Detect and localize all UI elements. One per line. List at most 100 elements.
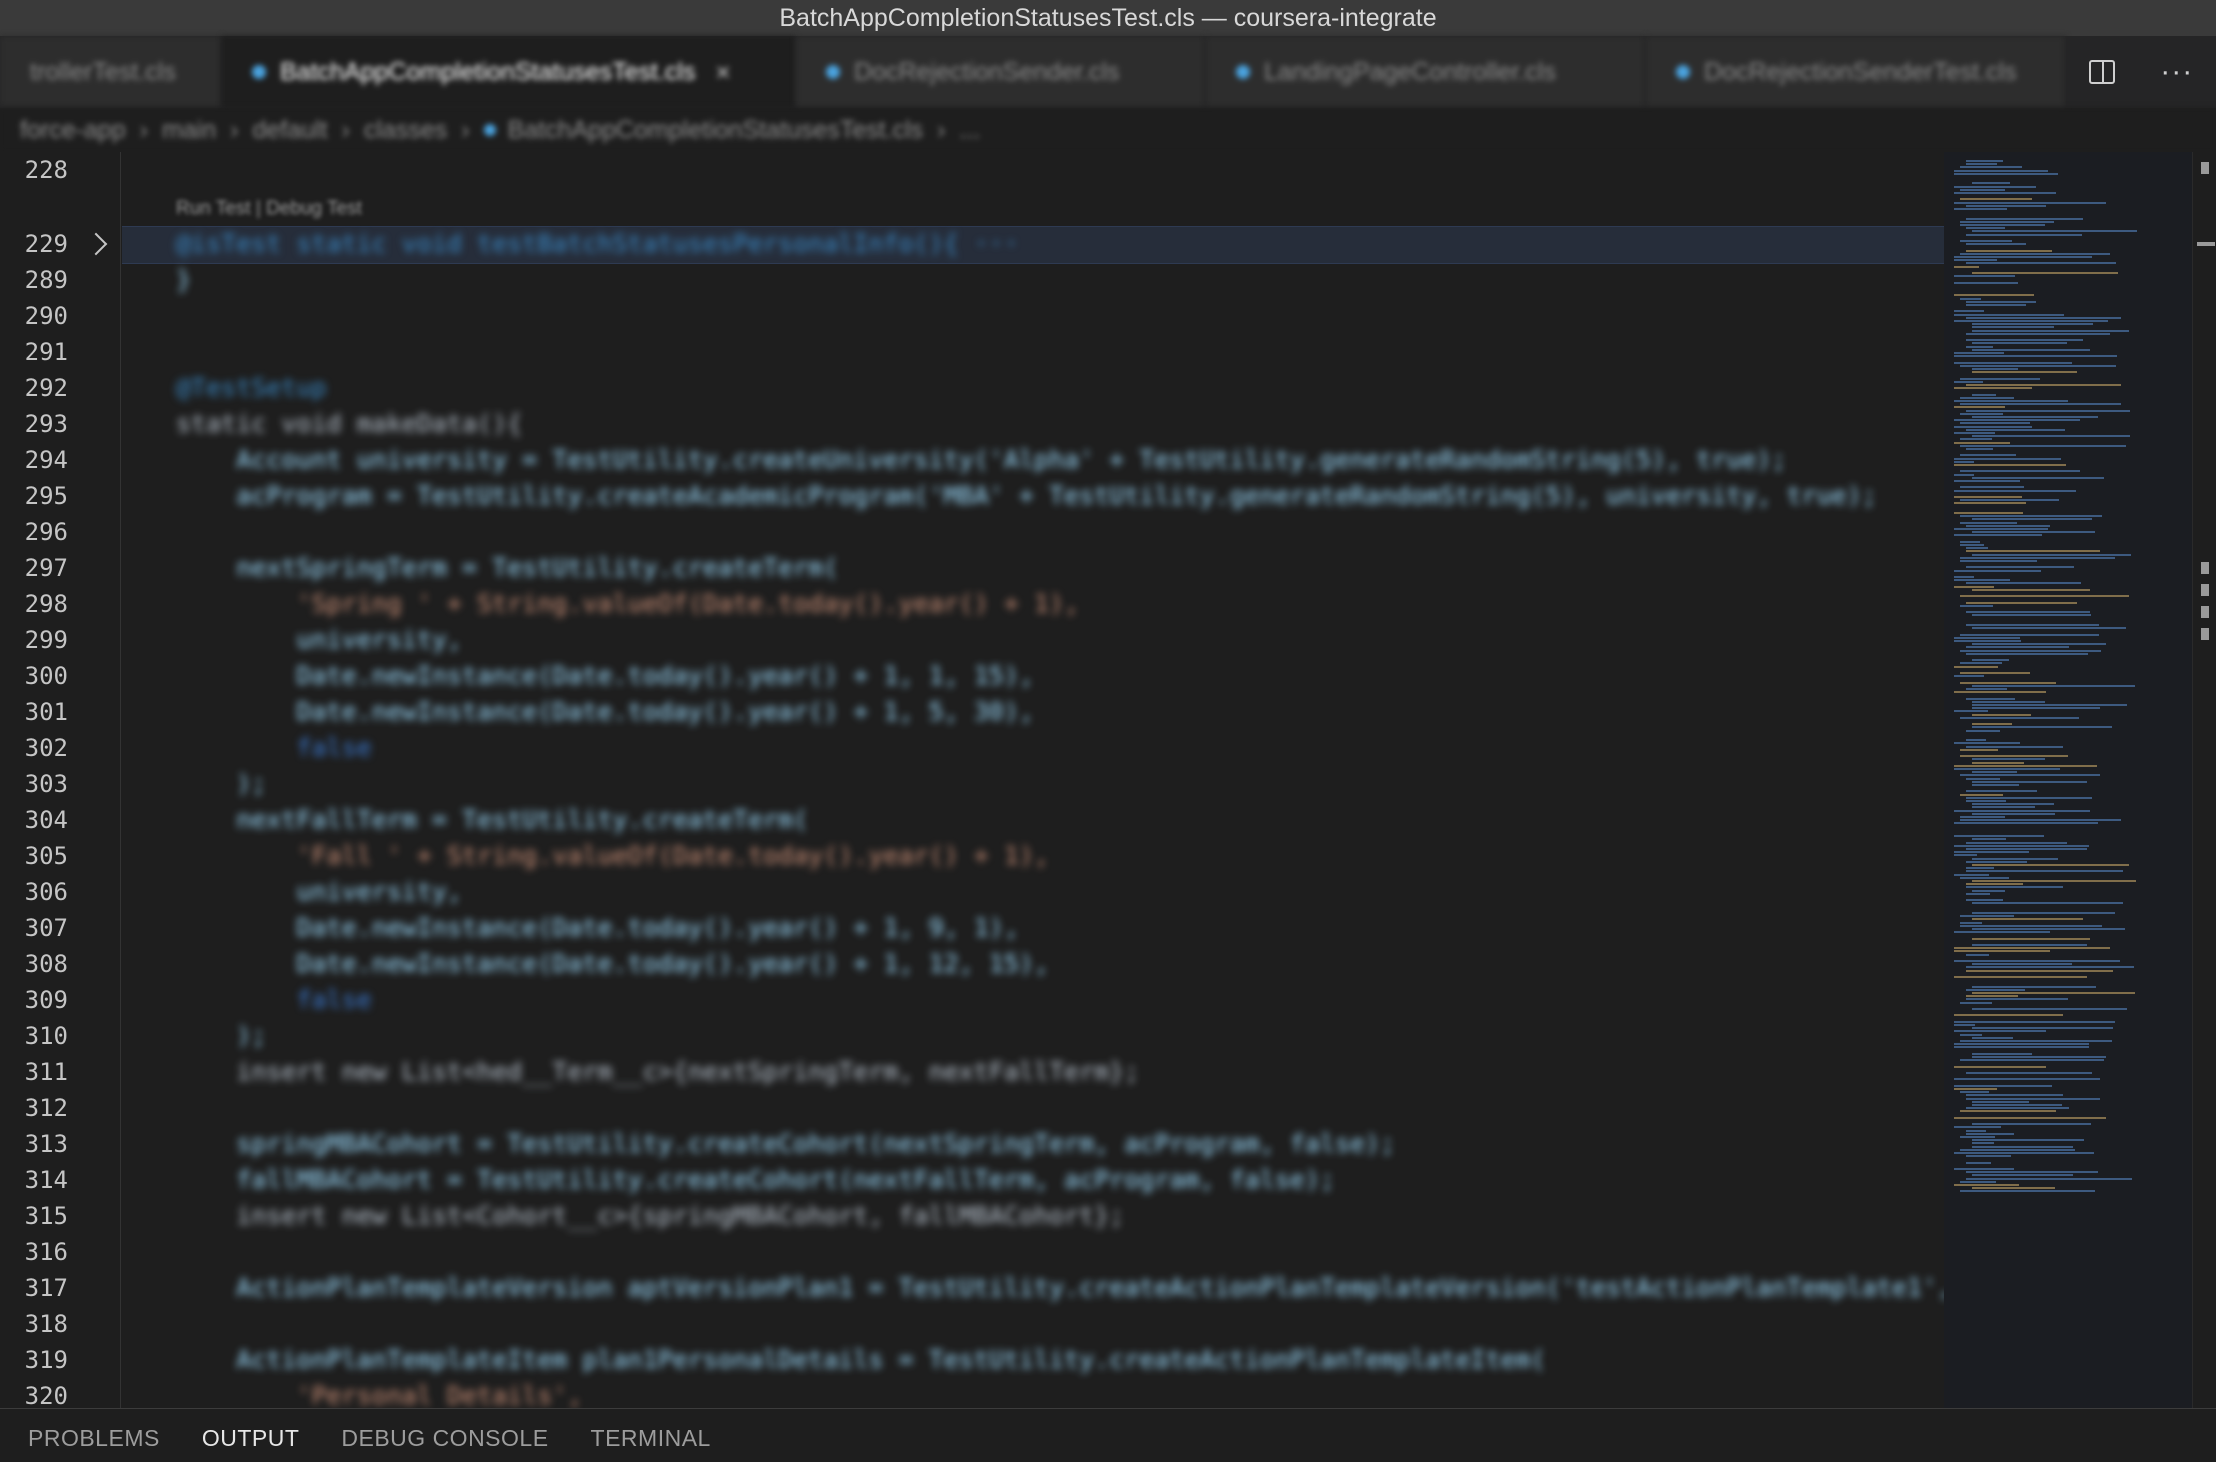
code-line[interactable]: university, xyxy=(176,874,462,910)
minimap-line xyxy=(1954,1088,1997,1090)
minimap-line xyxy=(1954,355,2117,358)
minimap-line xyxy=(1960,438,1992,441)
code-line[interactable]: Date.newInstance(Date.today().year() + 1… xyxy=(176,658,1034,694)
minimap-line xyxy=(1972,1139,2084,1142)
minimap-line xyxy=(1972,1174,2073,1177)
code-line[interactable]: acProgram = TestUtility.createAcademicPr… xyxy=(176,478,1877,514)
minimap-line xyxy=(1972,1145,2073,1148)
minimap[interactable] xyxy=(1944,152,2192,1408)
minimap-line xyxy=(1966,249,2052,252)
minimap-line xyxy=(1954,742,2020,745)
minimap-line xyxy=(1954,172,2058,175)
code-line[interactable]: static void makeData(){ xyxy=(176,406,522,442)
code-line[interactable]: @isTest static void testBatchStatusesPer… xyxy=(176,226,1034,262)
code-line[interactable]: ActionPlanTemplateVersion aptVersionPlan… xyxy=(176,1270,1944,1306)
panel-tab-terminal[interactable]: TERMINAL xyxy=(591,1425,711,1462)
code-line[interactable]: Date.newInstance(Date.today().year() + 1… xyxy=(176,946,1049,982)
code-line[interactable]: nextSpringTerm = TestUtility.createTerm( xyxy=(176,550,838,586)
line-number: 229 xyxy=(24,230,68,258)
minimap-line xyxy=(1966,624,2099,626)
panel-tab-output[interactable]: OUTPUT xyxy=(202,1425,300,1462)
minimap-line xyxy=(1960,364,2116,367)
minimap-line xyxy=(1966,550,2100,553)
tab-doc-rejection-sender-test[interactable]: DocRejectionSenderTest.cls xyxy=(1646,36,2066,108)
minimap-line xyxy=(1954,512,2023,514)
code-line[interactable]: false xyxy=(176,730,371,766)
minimap-line xyxy=(1972,838,2006,841)
minimap-line xyxy=(1960,1148,2075,1151)
minimap-line xyxy=(1954,576,1974,578)
minimap-line xyxy=(1960,444,2126,447)
code-line[interactable]: nextFallTerm = TestUtility.createTerm( xyxy=(176,802,808,838)
minimap-line xyxy=(1960,816,2005,818)
breadcrumb-item[interactable]: force-app xyxy=(20,116,126,145)
minimap-line xyxy=(1966,1097,2100,1100)
breadcrumb-item[interactable]: default xyxy=(252,116,327,145)
tab-landing-page-controller[interactable]: LandingPageController.cls xyxy=(1206,36,1646,108)
tab-controller-test[interactable]: trollerTest.cls xyxy=(0,36,222,108)
minimap-line xyxy=(1972,553,2131,556)
code-line[interactable]: ); xyxy=(176,1018,266,1054)
tab-batch-app-completion-statuses-test[interactable]: BatchAppCompletionStatusesTest.cls × xyxy=(222,36,796,108)
code-line[interactable]: university, xyxy=(176,622,462,658)
minimap-line xyxy=(1960,716,2079,719)
minimap-line xyxy=(1954,851,2029,854)
minimap-line xyxy=(1966,611,2090,614)
breadcrumb-item[interactable]: BatchAppCompletionStatusesTest.cls xyxy=(508,116,924,145)
minimap-line xyxy=(1954,873,1989,876)
code-line[interactable]: Date.newInstance(Date.today().year() + 1… xyxy=(176,694,1034,730)
minimap-line xyxy=(1960,921,1982,924)
chevron-right-icon: › xyxy=(139,115,148,144)
minimap-line xyxy=(1960,486,2024,489)
fold-chevron-icon[interactable] xyxy=(84,232,108,256)
minimap-line xyxy=(1954,822,2098,825)
breadcrumb-item[interactable]: main xyxy=(162,116,216,145)
code-line[interactable]: 'Spring ' + String.valueOf(Date.today().… xyxy=(176,586,1079,622)
minimap-line xyxy=(1954,192,2056,194)
code-line[interactable]: 'Fall ' + String.valueOf(Date.today().ye… xyxy=(176,838,1049,874)
minimap-line xyxy=(1972,771,2017,774)
code-line[interactable]: springMBACohort = TestUtility.createCoho… xyxy=(176,1126,1395,1162)
code-line[interactable]: Date.newInstance(Date.today().year() + 1… xyxy=(176,910,1018,946)
panel-tab-debug-console[interactable]: DEBUG CONSOLE xyxy=(341,1425,548,1462)
editor-tab-bar: trollerTest.cls BatchAppCompletionStatus… xyxy=(0,36,2216,108)
minimap-line xyxy=(1954,950,2050,953)
minimap-line xyxy=(1954,640,2021,642)
code-line[interactable]: insert new List<Cohort__c>{springMBACoho… xyxy=(176,1198,1124,1234)
minimap-line xyxy=(1966,304,2026,306)
code-line[interactable]: insert new List<hed__Term__c>{nextSpring… xyxy=(176,1054,1139,1090)
tab-doc-rejection-sender[interactable]: DocRejectionSender.cls xyxy=(796,36,1206,108)
minimap-line xyxy=(1960,377,2040,380)
minimap-line xyxy=(1972,1027,2113,1030)
minimap-line xyxy=(1966,524,2050,527)
minimap-line xyxy=(1966,729,2000,732)
close-tab-icon[interactable]: × xyxy=(716,57,731,88)
minimap-line xyxy=(1972,902,2123,905)
code-editor[interactable]: Run Test | Debug Test 228 229 289 290 291 292… xyxy=(0,152,1944,1408)
minimap-line xyxy=(1960,198,2032,201)
code-line[interactable]: false xyxy=(176,982,371,1018)
minimap-line xyxy=(1954,489,2076,492)
code-line[interactable]: 'Personal Details', xyxy=(176,1378,582,1408)
minimap-line xyxy=(1954,496,2022,498)
breadcrumb-item[interactable]: classes xyxy=(364,116,447,145)
code-content[interactable]: @isTest static void testBatchStatusesPer… xyxy=(176,152,1944,1408)
minimap-line xyxy=(1972,928,2125,930)
split-editor-icon[interactable] xyxy=(2088,60,2115,84)
minimap-line xyxy=(1966,1161,1991,1164)
code-line[interactable]: @TestSetup xyxy=(176,370,327,406)
chevron-right-icon: › xyxy=(937,115,946,144)
minimap-line xyxy=(1954,432,1995,434)
more-actions-icon[interactable]: ··· xyxy=(2160,55,2193,89)
line-number: 310 xyxy=(24,1022,68,1050)
code-line[interactable]: fallMBACohort = TestUtility.createCohort… xyxy=(176,1162,1335,1198)
panel-tab-problems[interactable]: PROBLEMS xyxy=(28,1425,160,1462)
code-line[interactable]: Account university = TestUtility.createU… xyxy=(176,442,1786,478)
breadcrumb-item[interactable]: ... xyxy=(959,116,980,145)
minimap-line xyxy=(1972,985,2096,988)
minimap-line xyxy=(1966,1094,2063,1097)
code-line[interactable]: ); xyxy=(176,766,266,802)
vertical-scrollbar[interactable] xyxy=(2192,152,2216,1408)
code-line[interactable]: } xyxy=(176,262,191,298)
code-line[interactable]: ActionPlanTemplateItem plan1PersonalDeta… xyxy=(176,1342,1545,1378)
